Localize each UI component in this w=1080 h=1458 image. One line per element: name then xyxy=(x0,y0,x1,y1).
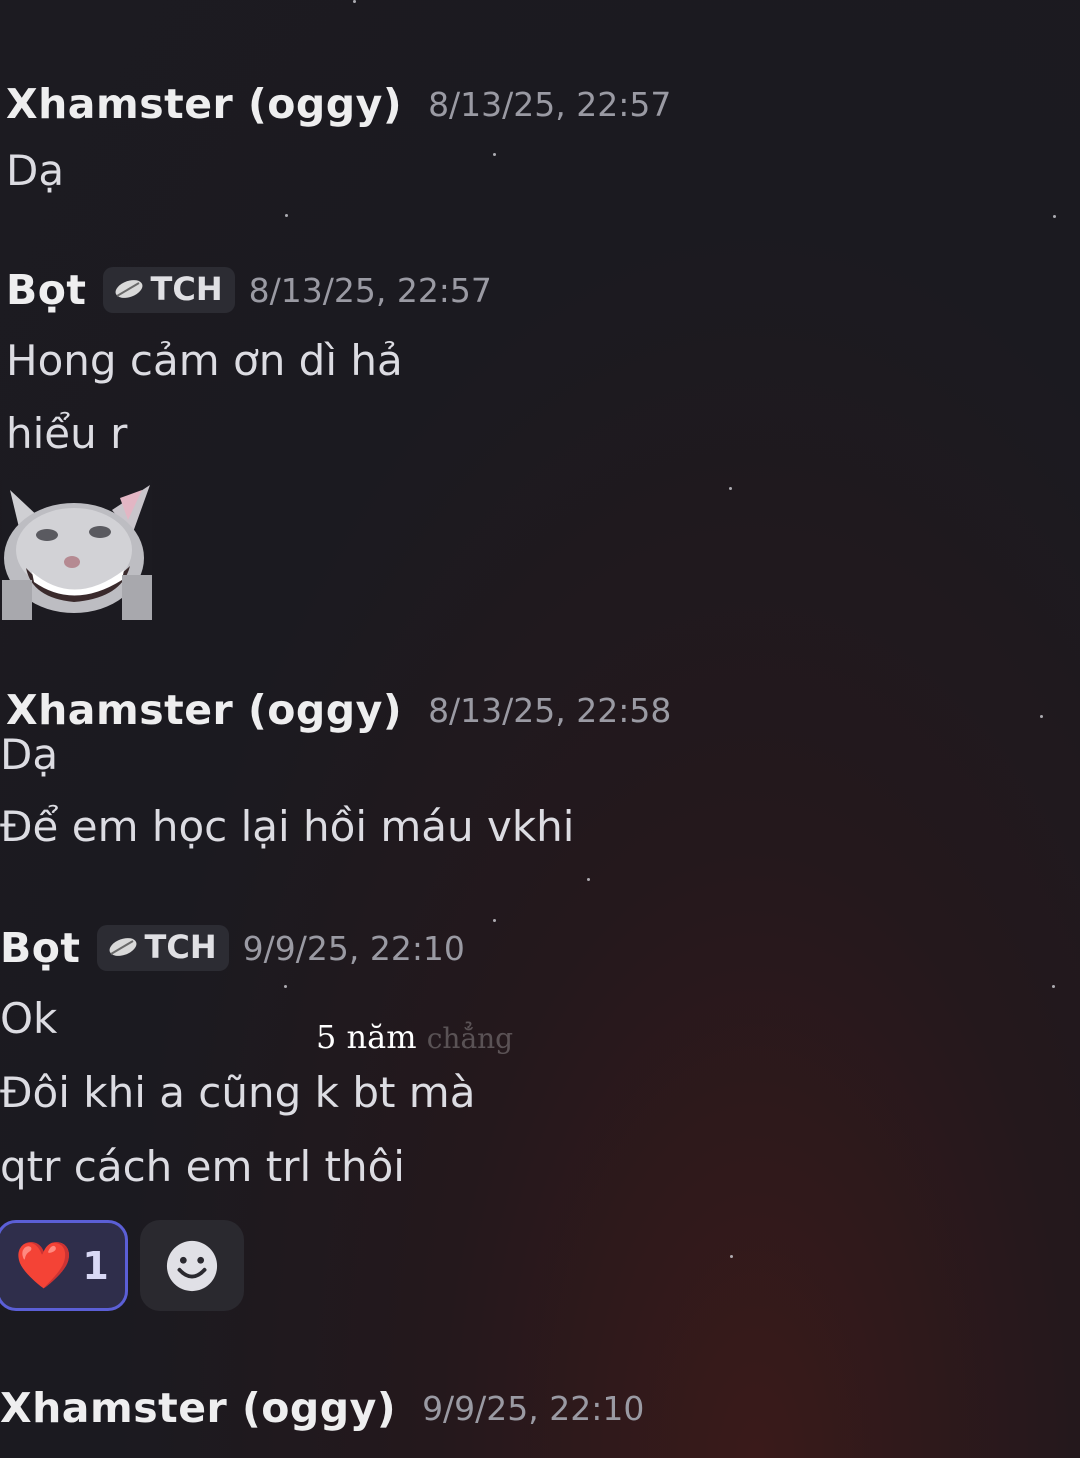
message-text: Dạ xyxy=(0,730,59,779)
message-text: Để em học lại hồi máu vkhi xyxy=(0,802,575,851)
message-text: Dạ xyxy=(6,146,65,195)
star-dot xyxy=(1053,215,1056,218)
star-dot xyxy=(493,153,496,156)
smiley-add-reaction-icon xyxy=(166,1240,218,1291)
overlay-caption: 5 năm chẳng xyxy=(316,1018,513,1056)
username[interactable]: Bọt xyxy=(6,266,87,314)
message-header: Xhamster (oggy) 8/13/25, 22:57 xyxy=(6,80,671,128)
grinning-cat-sticker[interactable] xyxy=(2,480,152,620)
message-group: Bọt TCH 8/13/25, 22:57 xyxy=(6,266,492,314)
timestamp: 8/13/25, 22:58 xyxy=(428,690,672,730)
star-dot xyxy=(493,919,496,922)
message-text: qtr cách em trl thôi xyxy=(0,1142,405,1191)
star-dot xyxy=(1040,715,1043,718)
timestamp: 8/13/25, 22:57 xyxy=(248,270,492,310)
message-text: hiểu r xyxy=(6,409,128,458)
reaction-count: 1 xyxy=(82,1243,109,1288)
timestamp: 9/9/25, 22:10 xyxy=(422,1388,645,1428)
message-header: Bọt TCH 8/13/25, 22:57 xyxy=(6,266,492,314)
username[interactable]: Bọt xyxy=(0,924,81,972)
message-header: Xhamster (oggy) 8/13/25, 22:58 xyxy=(6,686,671,734)
message-text: Hong cảm ơn dì hả xyxy=(6,336,403,385)
message-group: Xhamster (oggy) 8/13/25, 22:58 xyxy=(6,686,671,734)
message-text: Ok xyxy=(0,994,58,1043)
message-header: Xhamster (oggy) 9/9/25, 22:10 xyxy=(0,1384,644,1432)
star-dot xyxy=(587,878,590,881)
username[interactable]: Xhamster (oggy) xyxy=(6,80,402,128)
guild-tag-label: TCH xyxy=(144,928,217,966)
message-header: Bọt TCH 9/9/25, 22:10 xyxy=(0,924,465,972)
star-dot xyxy=(730,1255,733,1258)
message-group: Bọt TCH 9/9/25, 22:10 xyxy=(0,924,465,972)
timestamp: 8/13/25, 22:57 xyxy=(428,84,672,124)
message-text: Đôi khi a cũng k bt mà xyxy=(0,1068,476,1117)
leaf-icon xyxy=(109,938,136,956)
overlay-caption-fade: chẳng xyxy=(426,1022,514,1055)
star-dot xyxy=(285,214,288,217)
message-group: Xhamster (oggy) 9/9/25, 22:10 xyxy=(0,1384,644,1432)
leaf-icon xyxy=(115,280,142,298)
star-dot xyxy=(1052,985,1055,988)
username[interactable]: Xhamster (oggy) xyxy=(6,686,402,734)
guild-tag[interactable]: TCH xyxy=(96,925,229,971)
add-reaction-button[interactable] xyxy=(140,1220,244,1311)
guild-tag[interactable]: TCH xyxy=(102,267,235,313)
star-dot xyxy=(353,0,356,3)
message-group: Xhamster (oggy) 8/13/25, 22:57 xyxy=(6,80,671,128)
guild-tag-label: TCH xyxy=(150,270,223,308)
heart-reaction-button[interactable]: ❤️ 1 xyxy=(0,1220,128,1311)
star-dot xyxy=(729,487,732,490)
timestamp: 9/9/25, 22:10 xyxy=(242,928,465,968)
star-dot xyxy=(284,985,287,988)
username[interactable]: Xhamster (oggy) xyxy=(0,1384,396,1432)
overlay-caption-main: 5 năm xyxy=(316,1018,417,1056)
heart-emoji-icon: ❤️ xyxy=(15,1238,73,1292)
